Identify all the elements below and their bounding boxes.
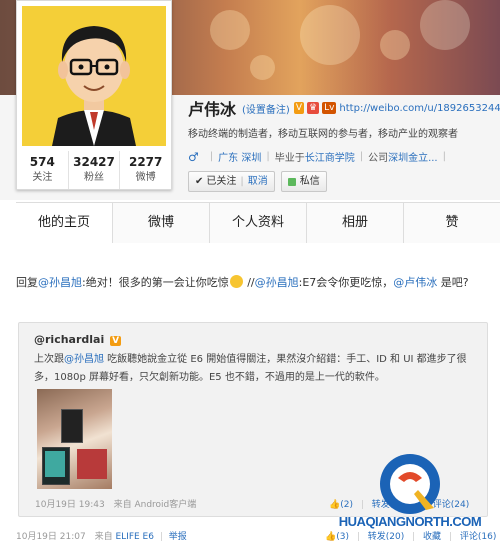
profile-tabs: 他的主页 微博 个人资料 相册 赞: [16, 202, 500, 244]
watermark: HUAQIANGNORTH.COM: [320, 448, 500, 544]
repost-content: 上次跟@孙昌旭 吃飯聽她說金立從 E6 開始值得關注，果然沒介紹錯：手工、ID …: [34, 351, 479, 387]
repost-author[interactable]: @richardlai V: [34, 333, 122, 346]
profile-bio: 移动终端的制造者，移动互联网的参与者，移动产业的观察者: [188, 129, 458, 140]
tab-profile-info[interactable]: 个人资料: [210, 203, 307, 243]
reply-prefix: 回复: [16, 276, 38, 289]
profile-name: 卢伟冰: [188, 100, 237, 119]
set-remark-link[interactable]: (设置备注): [242, 101, 290, 116]
laugh-emoji-icon: [229, 275, 243, 288]
tab-weibo[interactable]: 微博: [113, 203, 210, 243]
post-content: 回复@孙昌旭:绝对！很多的第一会让你吃惊 //@孙昌旭:E7会令你更吃惊，@卢伟…: [16, 273, 500, 292]
profile-url-link[interactable]: http://weibo.com/u/1892653244: [339, 103, 500, 114]
verified-v-icon: V: [110, 336, 122, 346]
profile-name-row: 卢伟冰 (设置备注) V ♛ Lv http://weibo.com/u/189…: [188, 98, 500, 119]
stat-weibo[interactable]: 2277 微博: [120, 151, 171, 189]
company-link[interactable]: 深圳金立...: [388, 149, 438, 164]
avatar-card: 574 关注 32427 粉丝 2277 微博: [16, 0, 172, 190]
source-prefix: 来自: [113, 500, 132, 510]
following-label: 已关注: [206, 176, 237, 187]
location-link[interactable]: 广东 深圳: [218, 149, 261, 164]
profile-stats: 574 关注 32427 粉丝 2277 微博: [17, 151, 171, 189]
message-label: 私信: [299, 176, 320, 187]
repost-text-prefix: 上次跟: [34, 354, 64, 365]
tab-album[interactable]: 相册: [307, 203, 404, 243]
post-timestamp[interactable]: 10月19日 21:07: [16, 532, 86, 542]
divider: |: [159, 532, 163, 542]
product-box-shape: [77, 449, 107, 479]
divider: |: [240, 176, 244, 187]
school-prefix: 毕业于: [274, 153, 305, 164]
profile-actions: ✔ 已关注 | 取消 私信: [188, 171, 333, 192]
crown-icon: ♛: [307, 102, 320, 114]
post-text-part: :E7会令你更吃惊，: [298, 276, 394, 289]
repost-separator: //: [243, 276, 255, 289]
stat-label: 粉丝: [84, 172, 104, 183]
cartoon-avatar-icon: [22, 6, 166, 146]
stat-fans[interactable]: 32427 粉丝: [69, 151, 121, 189]
repost-meta: 10月19日 19:43 来自 Android客户端: [35, 497, 196, 510]
mention-link[interactable]: @卢伟冰: [393, 276, 437, 289]
school-link[interactable]: 长江商学院: [305, 149, 355, 164]
divider: |: [359, 151, 364, 162]
post-text-part: 是吧?: [437, 276, 469, 289]
phone-image-shape: [61, 409, 83, 443]
source-link[interactable]: Android客户端: [134, 500, 196, 510]
message-button[interactable]: 私信: [280, 171, 327, 192]
post-meta: 10月19日 21:07 来自 ELIFE E6 | 举报: [16, 529, 187, 542]
tab-home[interactable]: 他的主页: [16, 203, 113, 243]
repost-image[interactable]: [37, 389, 112, 489]
mention-link[interactable]: @孙昌旭: [64, 354, 104, 365]
male-icon: ♂: [188, 149, 199, 164]
post-text-part: :绝对！很多的第一会让你吃惊: [82, 276, 229, 289]
tab-likes[interactable]: 赞: [404, 203, 500, 243]
stat-following[interactable]: 574 关注: [17, 151, 69, 189]
watermark-logo-icon: [380, 454, 440, 514]
repost-timestamp[interactable]: 10月19日 19:43: [35, 500, 105, 510]
level-badge-icon[interactable]: Lv: [322, 102, 337, 114]
stat-label: 微博: [135, 172, 156, 183]
phone-screen-shape: [45, 451, 65, 477]
unfollow-link[interactable]: 取消: [248, 172, 268, 191]
source-prefix: 来自: [94, 532, 113, 542]
avatar[interactable]: [22, 6, 166, 146]
divider: |: [209, 151, 214, 162]
mention-link[interactable]: @孙昌旭: [38, 276, 82, 289]
verified-v-icon[interactable]: V: [293, 102, 304, 114]
stat-value: 32427: [73, 155, 115, 169]
report-link[interactable]: 举报: [169, 532, 187, 542]
watermark-text: HUAQIANGNORTH.COM: [338, 514, 482, 529]
divider: |: [266, 151, 270, 162]
stat-label: 关注: [32, 172, 53, 183]
mention-link[interactable]: @孙昌旭: [255, 276, 299, 289]
stat-value: 574: [29, 155, 55, 169]
company-prefix: 公司: [368, 153, 389, 164]
profile-meta: ♂ | 广东 深圳 | 毕业于 长江商学院 | 公司 深圳金立... |: [188, 149, 451, 165]
stat-value: 2277: [128, 155, 163, 169]
repost-author-name[interactable]: @richardlai: [34, 333, 104, 346]
message-icon: [287, 177, 296, 186]
divider: |: [442, 151, 446, 162]
check-icon: ✔: [195, 176, 204, 187]
source-link[interactable]: ELIFE E6: [115, 532, 154, 542]
following-button[interactable]: ✔ 已关注 | 取消: [188, 171, 275, 192]
